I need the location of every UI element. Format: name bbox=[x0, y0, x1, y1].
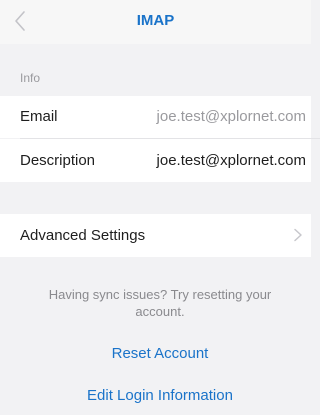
email-row[interactable]: Email joe.test@xplornet.com bbox=[0, 96, 311, 138]
advanced-settings-row[interactable]: Advanced Settings bbox=[0, 214, 311, 257]
edit-login-information-button[interactable]: Edit Login Information bbox=[0, 387, 320, 404]
email-value: joe.test@xplornet.com bbox=[156, 108, 306, 125]
navigation-bar: IMAP bbox=[0, 0, 311, 44]
description-row[interactable]: Description joe.test@xplornet.com bbox=[0, 139, 311, 182]
page-title: IMAP bbox=[136, 12, 175, 29]
reset-account-button[interactable]: Reset Account bbox=[0, 345, 320, 362]
chevron-right-icon bbox=[294, 228, 302, 242]
description-label: Description bbox=[20, 152, 96, 169]
section-header-info: Info bbox=[20, 71, 41, 85]
email-label: Email bbox=[20, 108, 58, 125]
advanced-settings-label: Advanced Settings bbox=[20, 227, 146, 244]
sync-issues-hint: Having sync issues? Try resetting your a… bbox=[48, 287, 272, 319]
description-value: joe.test@xplornet.com bbox=[156, 152, 306, 169]
